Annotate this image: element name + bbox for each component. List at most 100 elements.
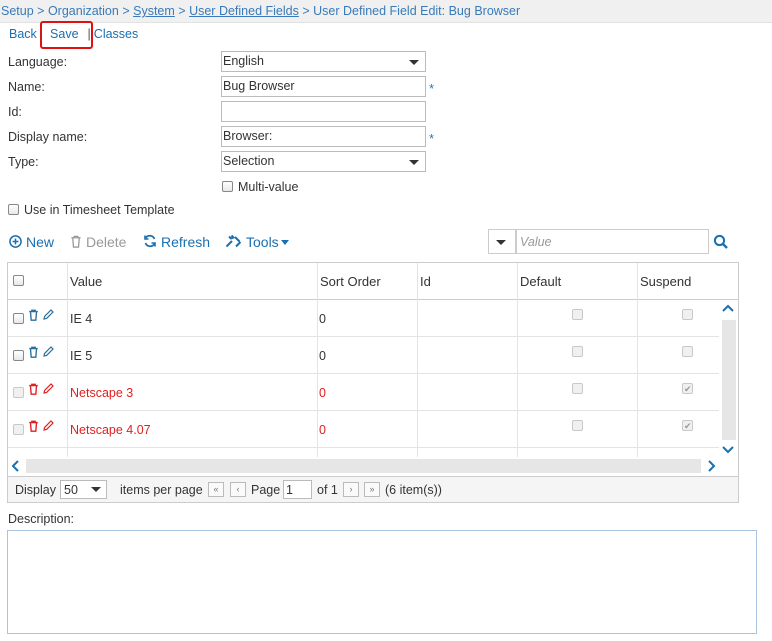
breadcrumb-user-defined-fields[interactable]: User Defined Fields [189, 4, 299, 18]
page-label: Page [251, 483, 281, 497]
suspend-checkbox [682, 309, 693, 320]
new-button[interactable]: New [9, 234, 54, 250]
type-label: Type: [8, 155, 39, 169]
search-icon[interactable] [713, 234, 729, 253]
new-label: New [26, 234, 55, 250]
id-label: Id: [8, 105, 22, 119]
description-textarea[interactable] [7, 530, 757, 634]
action-links: Back | Save | Classes [9, 27, 138, 41]
row-value: IE 5 [70, 349, 93, 363]
chevron-down-icon [409, 160, 419, 165]
classes-link[interactable]: Classes [94, 27, 138, 41]
default-checkbox [572, 309, 583, 320]
row-value: Netscape 4.07 [70, 423, 151, 437]
default-checkbox [572, 346, 583, 357]
action-separator: | [39, 27, 44, 41]
breadcrumb-system[interactable]: System [133, 4, 175, 18]
refresh-label: Refresh [161, 234, 211, 250]
chevron-down-icon [496, 240, 506, 245]
scroll-left-icon[interactable] [11, 460, 19, 472]
previous-page-button[interactable]: ‹ [230, 482, 246, 497]
column-header-id[interactable]: Id [420, 274, 431, 289]
vertical-scrollbar[interactable] [719, 300, 738, 484]
breadcrumb-organization[interactable]: Organization [48, 4, 119, 18]
table-row[interactable]: IE 4 0 [8, 300, 719, 337]
filter-operator-select[interactable] [488, 229, 516, 254]
scroll-right-icon[interactable] [708, 460, 716, 472]
table-row[interactable]: Netscape 3 0 [8, 374, 719, 411]
row-value: IE 4 [70, 312, 93, 326]
display-name-label: Display name: [8, 130, 88, 144]
horizontal-scroll-thumb[interactable] [26, 459, 701, 473]
language-select[interactable]: English [221, 51, 426, 72]
breadcrumb-separator: > [122, 4, 130, 18]
trash-icon [70, 234, 82, 250]
name-field[interactable]: Bug Browser [221, 76, 426, 97]
page-number-input[interactable]: 1 [283, 480, 312, 499]
caret-down-icon [280, 240, 289, 245]
chevron-down-icon [91, 487, 101, 492]
trash-icon[interactable] [28, 420, 39, 435]
timesheet-label: Use in Timesheet Template [24, 203, 175, 217]
column-header-suspend[interactable]: Suspend [640, 274, 691, 289]
pencil-icon[interactable] [42, 420, 54, 435]
display-label: Display [15, 483, 56, 497]
multi-value-checkbox[interactable] [222, 181, 233, 192]
next-page-button[interactable]: › [343, 482, 359, 497]
refresh-icon [143, 234, 157, 250]
column-header-default[interactable]: Default [520, 274, 561, 289]
suspend-checkbox [682, 346, 693, 357]
trash-icon[interactable] [28, 309, 39, 324]
suspend-checkbox [682, 383, 693, 394]
item-count: (6 item(s)) [385, 483, 442, 497]
row-checkbox[interactable] [13, 350, 24, 361]
tools-menu[interactable]: Tools [225, 234, 289, 250]
trash-icon[interactable] [28, 346, 39, 361]
required-marker: * [429, 81, 435, 96]
delete-button[interactable]: Delete [70, 234, 126, 250]
first-page-button[interactable]: « [208, 482, 224, 497]
row-checkbox[interactable] [13, 387, 24, 398]
row-checkbox[interactable] [13, 313, 24, 324]
pencil-icon[interactable] [42, 383, 54, 398]
pencil-icon[interactable] [42, 309, 54, 324]
pencil-icon[interactable] [42, 346, 54, 361]
page-size-select[interactable]: 50 [60, 480, 107, 499]
default-checkbox [572, 383, 583, 394]
breadcrumb-setup[interactable]: Setup [1, 4, 34, 18]
scroll-up-icon[interactable] [722, 304, 734, 312]
timesheet-checkbox[interactable] [8, 204, 19, 215]
horizontal-scrollbar[interactable] [8, 457, 719, 476]
type-select[interactable]: Selection [221, 151, 426, 172]
row-sort-order: 0 [319, 386, 326, 400]
suspend-checkbox [682, 420, 693, 431]
row-actions [28, 309, 54, 324]
refresh-button[interactable]: Refresh [143, 234, 210, 250]
table-row[interactable]: IE 5 0 [8, 337, 719, 374]
grid-header: Value Sort Order Id Default Suspend [8, 263, 738, 300]
type-value: Selection [223, 154, 275, 168]
id-field[interactable] [221, 101, 426, 122]
trash-icon[interactable] [28, 383, 39, 398]
language-label: Language: [8, 55, 68, 69]
column-header-value[interactable]: Value [70, 274, 102, 289]
scroll-down-icon[interactable] [722, 446, 734, 454]
save-link[interactable]: Save [50, 27, 79, 41]
chevron-down-icon [409, 60, 419, 65]
row-actions [28, 346, 54, 361]
plus-circle-icon [9, 234, 22, 250]
column-header-sort-order[interactable]: Sort Order [320, 274, 381, 289]
table-row[interactable]: Netscape 4.07 0 [8, 411, 719, 448]
row-sort-order: 0 [319, 312, 326, 326]
filter-input[interactable]: Value [516, 229, 709, 254]
vertical-scroll-thumb[interactable] [722, 320, 736, 440]
select-all-checkbox[interactable] [13, 275, 24, 286]
back-link[interactable]: Back [9, 27, 37, 41]
tools-label: Tools [246, 234, 279, 250]
row-checkbox[interactable] [13, 424, 24, 435]
breadcrumb-separator: > [178, 4, 186, 18]
breadcrumb-separator: > [302, 4, 310, 18]
display-name-field[interactable]: Browser: [221, 126, 426, 147]
last-page-button[interactable]: » [364, 482, 380, 497]
breadcrumb-current: User Defined Field Edit: Bug Browser [313, 4, 521, 18]
